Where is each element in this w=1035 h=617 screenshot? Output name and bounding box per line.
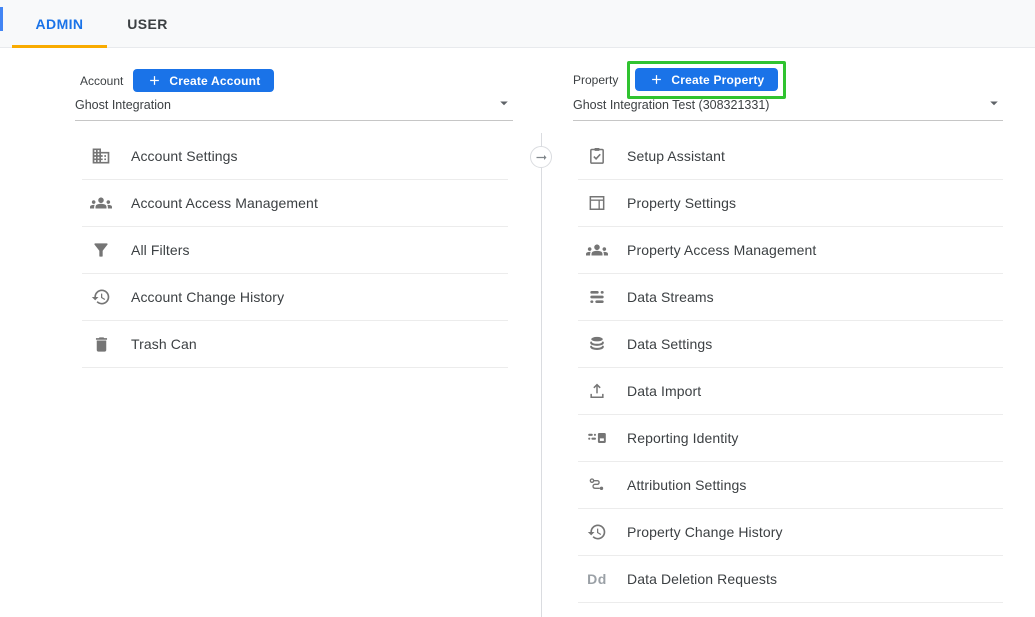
groups-icon <box>90 192 112 214</box>
list-item-trash-can[interactable]: Trash Can <box>82 321 508 368</box>
list-item-data-import[interactable]: Data Import <box>578 368 1003 415</box>
tab-admin[interactable]: ADMIN <box>12 0 107 48</box>
history-icon <box>586 521 608 543</box>
list-item-label: Account Settings <box>131 148 238 164</box>
plus-icon <box>649 72 664 87</box>
list-item-account-change-history[interactable]: Account Change History <box>82 274 508 321</box>
arrow-right-icon <box>534 150 549 165</box>
property-settings-icon <box>586 192 608 214</box>
data-streams-icon <box>586 286 608 308</box>
list-item-data-deletion-requests[interactable]: Dd Data Deletion Requests <box>578 556 1003 603</box>
list-item-label: All Filters <box>131 242 190 258</box>
list-item-label: Data Settings <box>627 336 712 352</box>
account-selector[interactable]: Ghost Integration <box>75 99 513 121</box>
list-item-label: Property Access Management <box>627 242 816 258</box>
property-header: Property Create Property <box>573 61 786 99</box>
create-property-button-label: Create Property <box>671 73 764 87</box>
groups-icon <box>586 239 608 261</box>
list-item-label: Account Access Management <box>131 195 318 211</box>
data-import-icon <box>586 380 608 402</box>
column-divider <box>541 133 542 617</box>
active-tab-indicator <box>12 45 107 48</box>
account-label: Account <box>80 74 123 88</box>
chevron-down-icon <box>985 94 1003 112</box>
list-item-label: Property Change History <box>627 524 783 540</box>
list-item-label: Data Import <box>627 383 701 399</box>
list-item-account-access-management[interactable]: Account Access Management <box>82 180 508 227</box>
list-item-label: Reporting Identity <box>627 430 739 446</box>
property-selector-value: Ghost Integration Test (308321331) <box>573 98 769 112</box>
admin-screen: ADMIN USER Account Create Account Ghost … <box>0 0 1035 617</box>
data-settings-icon <box>586 333 608 355</box>
business-icon <box>90 145 112 167</box>
list-item-label: Trash Can <box>131 336 197 352</box>
attribution-icon <box>586 474 608 496</box>
create-property-button[interactable]: Create Property <box>635 68 778 91</box>
dd-text-icon: Dd <box>586 568 608 590</box>
account-selector-value: Ghost Integration <box>75 98 171 112</box>
tab-user-label: USER <box>127 16 168 32</box>
chevron-down-icon <box>495 94 513 112</box>
list-item-reporting-identity[interactable]: Reporting Identity <box>578 415 1003 462</box>
setup-assistant-icon <box>586 145 608 167</box>
list-item-label: Account Change History <box>131 289 284 305</box>
tab-admin-label: ADMIN <box>36 16 84 32</box>
account-settings-list: Account Settings Account Access Manageme… <box>82 133 508 368</box>
admin-user-tabbar: ADMIN USER <box>0 0 1035 48</box>
property-label: Property <box>573 73 618 87</box>
list-item-setup-assistant[interactable]: Setup Assistant <box>578 133 1003 180</box>
list-item-property-change-history[interactable]: Property Change History <box>578 509 1003 556</box>
trash-icon <box>90 333 112 355</box>
history-icon <box>90 286 112 308</box>
list-item-all-filters[interactable]: All Filters <box>82 227 508 274</box>
list-item-label: Data Deletion Requests <box>627 571 777 587</box>
list-item-data-streams[interactable]: Data Streams <box>578 274 1003 321</box>
left-edge-accent <box>0 7 3 31</box>
list-item-label: Setup Assistant <box>627 148 725 164</box>
create-account-button[interactable]: Create Account <box>133 69 274 92</box>
list-item-attribution-settings[interactable]: Attribution Settings <box>578 462 1003 509</box>
plus-icon <box>147 73 162 88</box>
list-item-property-settings[interactable]: Property Settings <box>578 180 1003 227</box>
list-item-label: Data Streams <box>627 289 714 305</box>
filter-icon <box>90 239 112 261</box>
highlight-annotation-box: Create Property <box>627 61 786 99</box>
property-settings-list: Setup Assistant Property Settings Proper… <box>578 133 1003 603</box>
reporting-identity-icon <box>586 427 608 449</box>
account-header: Account Create Account <box>80 69 274 92</box>
list-item-account-settings[interactable]: Account Settings <box>82 133 508 180</box>
list-item-label: Attribution Settings <box>627 477 747 493</box>
list-item-data-settings[interactable]: Data Settings <box>578 321 1003 368</box>
collapse-column-toggle[interactable] <box>530 146 552 168</box>
list-item-label: Property Settings <box>627 195 736 211</box>
list-item-property-access-management[interactable]: Property Access Management <box>578 227 1003 274</box>
tab-user[interactable]: USER <box>115 0 180 48</box>
create-account-button-label: Create Account <box>169 74 260 88</box>
property-selector[interactable]: Ghost Integration Test (308321331) <box>573 99 1003 121</box>
